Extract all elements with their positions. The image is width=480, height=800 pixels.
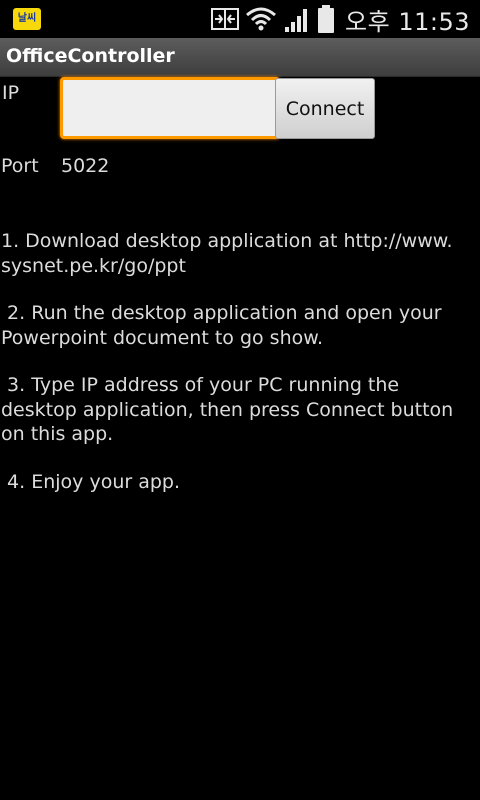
- ip-address-input[interactable]: [60, 77, 280, 139]
- status-clock: 오후 11:53: [345, 7, 470, 36]
- instruction-step-2: 2. Run the desktop application and open …: [1, 302, 442, 349]
- weather-notification-icon: 날씨: [13, 8, 41, 30]
- status-icons: 오후 11:53: [211, 4, 470, 36]
- ip-label: IP: [2, 82, 20, 104]
- battery-icon: [317, 5, 335, 33]
- wifi-icon: [245, 7, 277, 31]
- instruction-step-4: 4. Enjoy your app.: [1, 470, 181, 493]
- instruction-step-1: 1. Download desktop application at http:…: [1, 230, 453, 277]
- port-label: Port: [1, 155, 39, 177]
- signal-strength-icon: [283, 6, 311, 32]
- instructions: 1. Download desktop application at http:…: [1, 229, 471, 517]
- port-value: 5022: [61, 155, 110, 177]
- app-title-bar: OfficeController: [0, 38, 480, 77]
- status-bar: 날씨 오후 11:53: [0, 0, 480, 38]
- app-title: OfficeController: [6, 45, 175, 67]
- data-sync-icon: [211, 8, 240, 30]
- instruction-step-3: 3. Type IP address of your PC running th…: [1, 374, 454, 445]
- connect-button[interactable]: Connect: [275, 78, 375, 139]
- screen: 날씨 오후 11:53 OfficeController IP Connect …: [0, 0, 480, 800]
- weather-notification-label: 날씨: [17, 13, 37, 24]
